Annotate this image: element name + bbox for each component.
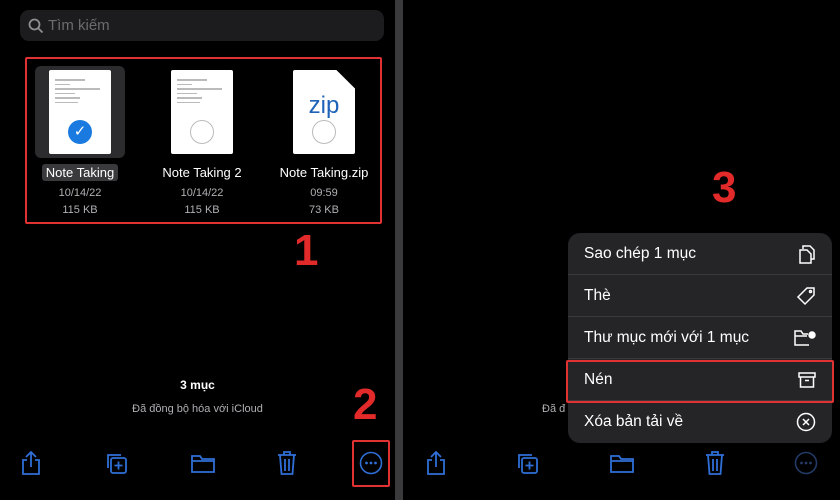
context-menu: Sao chép 1 mục Thè Thư mục mới với 1 mục… <box>568 233 832 443</box>
trash-icon <box>278 451 296 475</box>
annotation-box-more <box>352 440 390 487</box>
zip-thumbnail: zip <box>293 70 355 154</box>
remove-download-icon <box>796 412 816 432</box>
sync-status-partial: Đã đ <box>542 403 566 415</box>
file-item[interactable]: zip Note Taking.zip 09:59 73 KB <box>269 66 379 216</box>
share-button[interactable] <box>423 450 449 476</box>
new-folder-icon <box>794 329 816 346</box>
checkmark-selected-icon[interactable]: ✓ <box>68 120 92 144</box>
menu-item-remove-download[interactable]: Xóa bản tải về <box>568 401 832 443</box>
share-button[interactable] <box>18 450 44 476</box>
share-icon <box>427 451 445 475</box>
item-count: 3 mục <box>180 378 215 392</box>
file-name: Note Taking <box>41 164 119 181</box>
duplicate-button[interactable] <box>514 450 540 476</box>
annotation-step-1: 1 <box>294 226 319 275</box>
file-name: Note Taking 2 <box>162 165 242 180</box>
duplicate-button[interactable] <box>103 450 129 476</box>
menu-item-new-folder[interactable]: Thư mục mới với 1 mục <box>568 317 832 359</box>
trash-icon <box>706 451 724 475</box>
file-item[interactable]: Note Taking 2 10/14/22 115 KB <box>147 66 257 216</box>
search-bar[interactable] <box>20 10 384 41</box>
file-date: 10/14/22 <box>180 187 224 199</box>
selection-circle-icon[interactable] <box>312 120 336 144</box>
panel-divider <box>395 0 403 500</box>
delete-button[interactable] <box>274 450 300 476</box>
annotation-step-3: 3 <box>712 163 737 212</box>
copy-icon <box>799 244 815 264</box>
search-input[interactable] <box>48 17 348 34</box>
files-panel-right: Đã đ 3 Sao chép 1 mục Thè Thư mục mới vớ… <box>403 0 840 500</box>
file-date: 09:59 <box>310 187 338 199</box>
menu-item-tag[interactable]: Thè <box>568 275 832 317</box>
zip-label: zip <box>308 92 340 119</box>
file-name: Note Taking.zip <box>279 165 369 180</box>
menu-item-label: Thè <box>584 286 611 304</box>
delete-button[interactable] <box>702 450 728 476</box>
folder-icon <box>191 455 215 473</box>
file-size: 115 KB <box>184 204 220 216</box>
document-thumbnail <box>171 70 233 154</box>
more-icon <box>794 451 818 475</box>
file-date: 10/14/22 <box>58 187 102 199</box>
selection-circle-icon[interactable] <box>190 120 214 144</box>
more-button[interactable] <box>793 450 819 476</box>
share-icon <box>22 451 40 475</box>
menu-item-label: Thư mục mới với 1 mục <box>584 328 750 346</box>
folder-button[interactable] <box>190 450 216 476</box>
duplicate-icon <box>107 454 127 474</box>
sync-status: Đã đồng bộ hóa với iCloud <box>132 403 263 415</box>
search-icon <box>28 18 44 33</box>
folder-button[interactable] <box>609 450 635 476</box>
file-item[interactable]: ✓ Note Taking 10/14/22 115 KB <box>25 66 135 216</box>
folder-icon <box>610 455 634 473</box>
document-thumbnail: ✓ <box>49 70 111 154</box>
menu-item-label: Xóa bản tải về <box>584 413 684 430</box>
annotation-box-compress <box>566 360 834 403</box>
files-panel-left: ✓ Note Taking 10/14/22 115 KB Note Takin… <box>0 0 395 500</box>
file-size: 73 KB <box>309 204 339 216</box>
duplicate-icon <box>518 454 538 474</box>
file-size: 115 KB <box>62 204 98 216</box>
menu-item-label: Sao chép 1 mục <box>584 244 697 262</box>
tag-icon <box>796 286 815 305</box>
menu-item-copy[interactable]: Sao chép 1 mục <box>568 233 832 275</box>
